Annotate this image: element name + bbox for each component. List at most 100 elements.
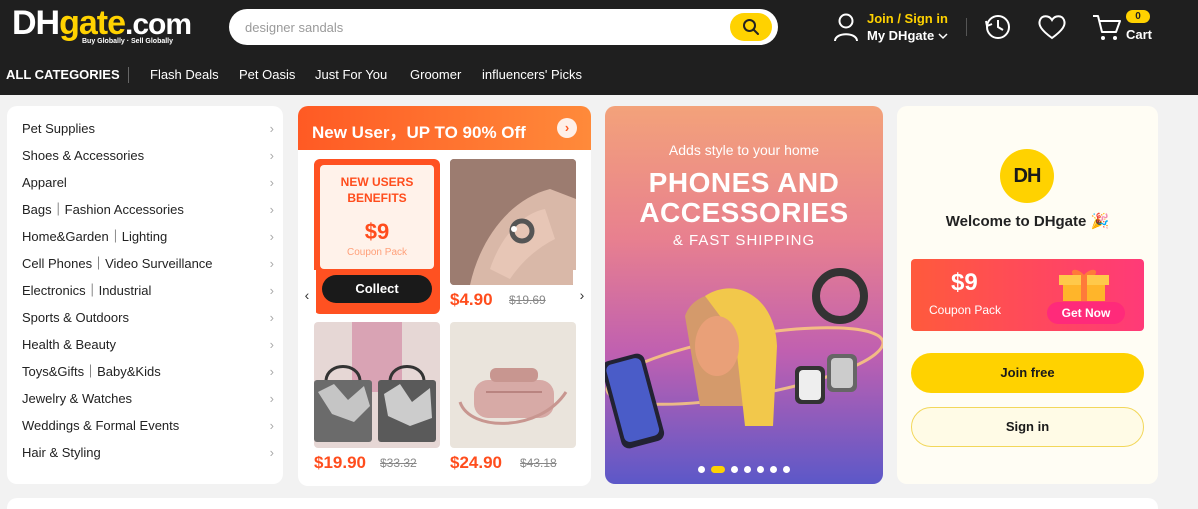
product-price: $19.90 (314, 453, 366, 472)
my-dhgate-label: My DHgate (867, 28, 935, 43)
logo-dotcom: .com (125, 8, 192, 41)
cart-count-badge: 0 (1126, 10, 1150, 23)
category-label: Cell Phones｜Video Surveillance (22, 256, 213, 271)
product-old-price: $19.69 (509, 293, 546, 307)
nav-influencers-picks[interactable]: influencers' Picks (482, 67, 582, 82)
join-signin-link[interactable]: Join / Sign in (867, 11, 948, 26)
coupon-amount: $9 (364, 219, 390, 244)
chevron-right-icon: › (269, 364, 274, 379)
pagination-dot[interactable] (757, 466, 764, 474)
new-user-header[interactable]: New User，UP TO 90% Off › (298, 106, 591, 150)
chevron-right-icon: › (269, 148, 274, 163)
chevron-right-icon: › (269, 337, 274, 352)
user-icon[interactable] (832, 12, 860, 42)
next-section-strip (7, 498, 1158, 509)
coupon-title: NEW USERS BENEFITS (340, 175, 414, 205)
new-user-panel: New User，UP TO 90% Off › NEW USERS BENEF… (298, 106, 591, 486)
chevron-right-icon: › (269, 175, 274, 190)
category-item-toys[interactable]: Toys&Gifts｜Baby&Kids › (22, 362, 274, 382)
pagination-dot-active[interactable] (711, 466, 725, 474)
category-label: Apparel (22, 175, 67, 190)
nav-flash-deals[interactable]: Flash Deals (150, 67, 219, 82)
get-now-button[interactable]: Get Now (1047, 302, 1125, 324)
category-item-hair[interactable]: Hair & Styling › (22, 443, 274, 463)
product-old-price: $43.18 (520, 456, 557, 470)
category-item-bags[interactable]: Bags｜Fashion Accessories › (22, 200, 274, 220)
pagination-dot[interactable] (783, 466, 790, 474)
pagination-dot[interactable] (698, 466, 705, 474)
banner-pagination (605, 461, 883, 479)
logo-tagline: Buy Globally · Sell Globally (82, 38, 174, 45)
category-item-health-beauty[interactable]: Health & Beauty › (22, 335, 274, 355)
category-label: Jewelry & Watches (22, 391, 133, 406)
nav-groomer[interactable]: Groomer (410, 67, 461, 82)
chevron-right-icon: › (269, 256, 274, 271)
category-item-shoes[interactable]: Shoes & Accessories › (22, 146, 274, 166)
product-price: $4.90 (450, 290, 493, 309)
cart-link[interactable]: Cart (1126, 27, 1152, 42)
category-label: Shoes & Accessories (22, 148, 145, 163)
carousel-prev-button[interactable]: ‹ (298, 270, 316, 320)
header-divider (966, 18, 967, 36)
welcome-text: Welcome to DHgate 🎉 (945, 213, 1110, 230)
welcome-coupon-pack: Coupon Pack (929, 303, 1002, 317)
category-item-sports[interactable]: Sports & Outdoors › (22, 308, 274, 328)
arrow-right-icon[interactable]: › (557, 118, 577, 138)
product-image-ring[interactable] (450, 159, 576, 285)
carousel-next-button[interactable]: › (573, 270, 591, 320)
search-bar (229, 9, 778, 45)
banner-headline: PHONES AND ACCESSORIES (639, 167, 849, 228)
chevron-right-icon: › (269, 229, 274, 244)
welcome-panel: DH Welcome to DHgate 🎉 $9 Coupon Pack Ge… (897, 106, 1158, 484)
nav-just-for-you[interactable]: Just For You (315, 67, 387, 82)
search-input[interactable] (245, 9, 725, 45)
search-button[interactable] (730, 13, 772, 41)
heart-icon[interactable] (1037, 14, 1067, 40)
main-nav: ALL CATEGORIES Flash Deals Pet Oasis Jus… (0, 62, 1198, 88)
promo-banner[interactable]: Adds style to your home PHONES AND ACCES… (605, 106, 883, 484)
all-categories-link[interactable]: ALL CATEGORIES (6, 67, 120, 82)
product-image-pink-bag[interactable] (450, 322, 576, 448)
category-item-home-garden[interactable]: Home&Garden｜Lighting › (22, 227, 274, 247)
pagination-dot[interactable] (744, 466, 751, 474)
category-item-apparel[interactable]: Apparel › (22, 173, 274, 193)
banner-subtitle: Adds style to your home (668, 142, 820, 158)
product-image-handbags[interactable] (314, 322, 440, 448)
history-icon[interactable] (984, 13, 1012, 41)
welcome-coupon-amount: $9 (951, 269, 978, 296)
category-label: Hair & Styling (22, 445, 101, 460)
category-item-jewelry[interactable]: Jewelry & Watches › (22, 389, 274, 409)
product-price: $24.90 (450, 453, 502, 472)
new-user-title: New User，UP TO 90% Off (312, 123, 526, 142)
join-free-button[interactable]: Join free (911, 353, 1144, 393)
category-label: Sports & Outdoors (22, 310, 129, 325)
welcome-coupon-card: $9 Coupon Pack Get Now (911, 259, 1144, 331)
cart-icon[interactable] (1092, 14, 1122, 42)
chevron-right-icon: › (269, 445, 274, 460)
new-user-coupon-card: NEW USERS BENEFITS $9 Coupon Pack Collec… (314, 159, 440, 314)
category-label: Home&Garden｜Lighting (22, 229, 168, 244)
product-old-price: $33.32 (380, 456, 417, 470)
my-dhgate-menu[interactable]: My DHgate (867, 28, 948, 43)
pagination-dot[interactable] (770, 466, 777, 474)
chevron-right-icon: › (269, 202, 274, 217)
nav-pet-oasis[interactable]: Pet Oasis (239, 67, 295, 82)
category-item-cell-phones[interactable]: Cell Phones｜Video Surveillance › (22, 254, 274, 274)
category-label: Health & Beauty (22, 337, 116, 352)
banner-artwork (605, 268, 883, 449)
banner-tagline: & FAST SHIPPING (672, 232, 816, 249)
sign-in-button[interactable]: Sign in (911, 407, 1144, 447)
category-item-pet-supplies[interactable]: Pet Supplies › (22, 119, 274, 139)
pagination-dot[interactable] (731, 466, 738, 474)
category-item-electronics[interactable]: Electronics｜Industrial › (22, 281, 274, 301)
collect-button[interactable]: Collect (322, 275, 432, 303)
category-label: Pet Supplies (22, 121, 95, 136)
gift-icon (1059, 269, 1109, 301)
category-label: Weddings & Formal Events (22, 418, 180, 433)
chevron-right-icon: › (269, 391, 274, 406)
category-item-weddings[interactable]: Weddings & Formal Events › (22, 416, 274, 436)
dhgate-logo[interactable]: DHgate.com Buy Globally · Sell Globally (12, 6, 192, 46)
search-icon (743, 19, 759, 35)
chevron-right-icon: › (269, 418, 274, 433)
coupon-pack-label: Coupon Pack (346, 247, 408, 258)
